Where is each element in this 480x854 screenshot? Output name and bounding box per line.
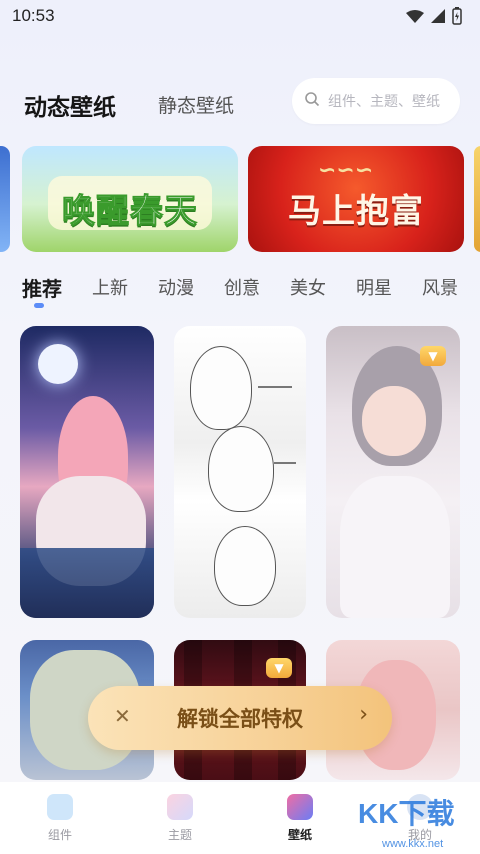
banner-new-year-title: 马上抱富 [288,191,424,230]
moon-image [38,344,78,384]
nav-item-themes[interactable]: 主题 [140,794,220,843]
horse-decoration-icon: ∽∽∽ [318,158,374,183]
search-placeholder: 组件、主题、壁纸 [328,94,440,110]
category-creative[interactable]: 创意 [224,274,260,300]
banner-previous-edge[interactable] [0,146,10,252]
signal-icon [430,8,446,28]
sketch-face [214,526,276,606]
sketch-line [258,386,292,388]
nav-label: 主题 [167,828,192,842]
category-active-indicator [34,303,44,308]
unlock-label: 解锁全部特权 [177,707,303,731]
wallpaper-figure-dress [340,476,450,618]
category-recommended[interactable]: 推荐 [22,273,62,302]
category-beauty[interactable]: 美女 [290,274,326,300]
banner-new-year[interactable]: ∽∽∽ 马上抱富 [248,146,464,252]
wallpaper-card[interactable] [174,326,306,618]
category-stars[interactable]: 明星 [356,274,392,300]
premium-crown-icon: ▼ [266,658,292,678]
tab-dynamic-wallpaper[interactable]: 动态壁纸 [24,88,116,122]
header: 动态壁纸 静态壁纸 组件、主题、壁纸 [0,76,480,128]
wallpaper-card[interactable]: ▼ [326,326,460,618]
status-time: 10:53 [12,6,55,25]
nav-item-wallpapers[interactable]: 壁纸 [260,794,340,843]
water-image [20,548,154,618]
status-bar: 10:53 [0,0,480,34]
banner-spring[interactable]: 唤醒春天 [22,146,238,252]
sketch-face [190,346,252,430]
status-icons [406,7,462,29]
banner-spring-title: 唤醒春天 [62,191,198,231]
battery-icon [452,7,462,29]
nav-item-widgets[interactable]: 组件 [20,794,100,843]
banner-next-edge[interactable] [474,146,480,252]
widget-icon [47,794,73,820]
watermark-url: www.kkx.net [382,838,444,850]
chevron-right-icon: › [359,702,368,727]
search-input[interactable]: 组件、主题、壁纸 [292,78,460,124]
category-new[interactable]: 上新 [92,274,128,300]
category-anime[interactable]: 动漫 [158,274,194,300]
sketch-line [274,462,296,464]
wallpaper-figure-face [362,386,426,456]
wallpaper-icon [287,794,313,820]
nav-label: 壁纸 [287,828,312,842]
unlock-privileges-banner[interactable]: ✕ 解锁全部特权 › [88,686,392,750]
nav-label: 组件 [47,828,72,842]
sketch-face [208,426,274,512]
category-scenery[interactable]: 风景 [422,274,458,300]
wallpaper-card[interactable] [20,326,154,618]
category-tabs: 推荐 上新 动漫 创意 美女 明星 风景 [0,270,480,310]
premium-crown-icon: ▼ [420,346,446,366]
wifi-icon [406,9,424,28]
theme-icon [167,794,193,820]
tab-static-wallpaper[interactable]: 静态壁纸 [158,91,234,118]
watermark-logo: KK下载 [358,798,455,829]
search-icon [304,91,320,111]
